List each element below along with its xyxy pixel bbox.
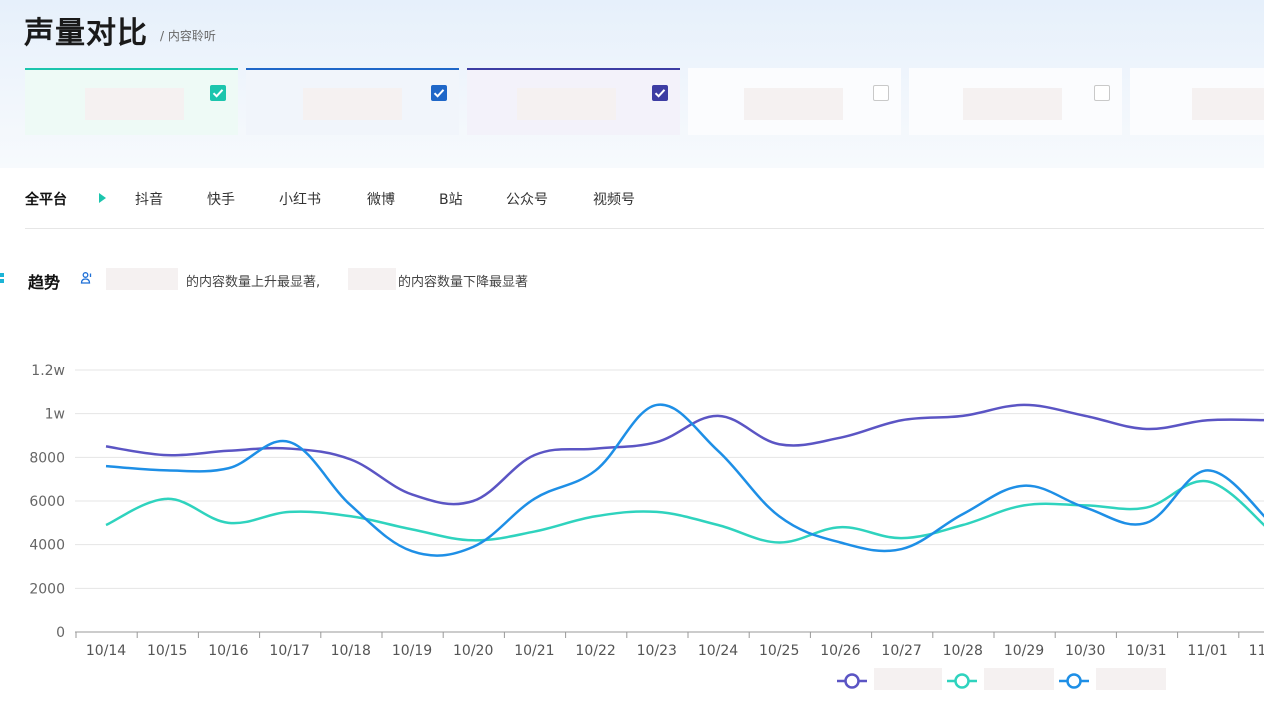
tab-kuaishou[interactable]: 快手 (207, 189, 235, 209)
brand-name-placeholder (963, 88, 1062, 120)
x-tick-label: 10/27 (881, 643, 921, 659)
x-tick-label: 10/25 (759, 643, 799, 659)
brand-name-placeholder (517, 88, 616, 120)
legend-label-placeholder (1096, 668, 1166, 690)
x-tick-label: 10/19 (392, 643, 432, 659)
x-tick-label: 10/30 (1065, 643, 1105, 659)
legend-label-placeholder (874, 668, 942, 690)
tab-video-account[interactable]: 视频号 (593, 189, 635, 209)
y-tick-label: 6000 (29, 494, 65, 510)
breadcrumb: / 内容聆听 (160, 29, 216, 43)
series-line-1[interactable] (105, 403, 1264, 506)
page-title: 声量对比 (24, 16, 148, 51)
x-tick-label: 10/31 (1126, 643, 1166, 659)
section-marker (0, 273, 4, 285)
x-tick-label: 10/18 (331, 643, 371, 659)
checkbox-checked[interactable] (652, 85, 668, 101)
x-tick-label: 10/14 (86, 643, 126, 659)
platform-tabs: 全平台 抖音 快手 小红书 微博 B站 公众号 视频号 (0, 180, 1264, 228)
legend-item-2[interactable] (946, 668, 978, 698)
x-tick-label: 10/21 (514, 643, 554, 659)
trend-rise-text: 的内容数量上升最显著, (186, 275, 321, 290)
compare-card-6[interactable] (1130, 68, 1264, 135)
brand-name-placeholder (303, 88, 402, 120)
tab-all-platforms[interactable]: 全平台 (25, 189, 67, 209)
x-tick-label: 10/28 (943, 643, 983, 659)
y-tick-label: 8000 (29, 450, 65, 466)
compare-card-5[interactable] (909, 68, 1122, 135)
x-tick-label: 10/26 (820, 643, 860, 659)
y-tick-label: 1w (45, 407, 65, 423)
tab-weibo[interactable]: 微博 (367, 189, 395, 209)
x-tick-label: 11/01 (1187, 643, 1227, 659)
y-tick-label: 4000 (29, 538, 65, 554)
compare-card-3[interactable] (467, 68, 680, 135)
x-tick-label: 10/22 (575, 643, 615, 659)
y-tick-label: 0 (56, 625, 65, 641)
compare-card-2[interactable] (246, 68, 459, 135)
tab-bilibili[interactable]: B站 (439, 189, 463, 209)
legend-label-placeholder (984, 668, 1054, 690)
y-tick-label: 2000 (29, 581, 65, 597)
rise-brand-placeholder (106, 268, 178, 290)
legend-item-1[interactable] (836, 668, 868, 698)
series-line-2[interactable] (105, 479, 1264, 544)
compare-card-1[interactable] (25, 68, 238, 135)
checkbox-unchecked[interactable] (1094, 85, 1110, 101)
checkbox-unchecked[interactable] (873, 85, 889, 101)
brand-name-placeholder (1192, 88, 1264, 120)
trend-line-chart: 0 2000 4000 6000 8000 1w 1.2w 10/14 10/15 10/16 10… (29, 363, 1264, 659)
x-tick-label: 11/02 (1249, 643, 1264, 659)
user-icon[interactable] (80, 271, 94, 285)
tab-official-account[interactable]: 公众号 (506, 189, 548, 209)
trend-fall-text: 的内容数量下降最显著 (398, 275, 529, 290)
caret-right-icon (99, 193, 106, 203)
x-tick-label: 10/17 (269, 643, 309, 659)
x-tick-label: 10/24 (698, 643, 738, 659)
x-tick-label: 10/23 (637, 643, 677, 659)
x-tick-label: 10/16 (208, 643, 248, 659)
legend-item-3[interactable] (1058, 668, 1090, 698)
compare-card-4[interactable] (688, 68, 901, 135)
x-tick-label: 10/29 (1004, 643, 1044, 659)
checkbox-checked[interactable] (210, 85, 226, 101)
trend-title: 趋势 (28, 273, 61, 292)
x-tick-label: 10/20 (453, 643, 493, 659)
fall-brand-placeholder (348, 268, 396, 290)
brand-name-placeholder (744, 88, 843, 120)
compare-cards (25, 68, 1264, 136)
brand-name-placeholder (85, 88, 184, 120)
tab-xiaohongshu[interactable]: 小红书 (279, 189, 321, 209)
x-tick-label: 10/15 (147, 643, 187, 659)
checkbox-checked[interactable] (431, 85, 447, 101)
tabs-divider (25, 228, 1264, 229)
y-tick-label: 1.2w (31, 363, 65, 379)
tab-douyin[interactable]: 抖音 (135, 189, 163, 209)
